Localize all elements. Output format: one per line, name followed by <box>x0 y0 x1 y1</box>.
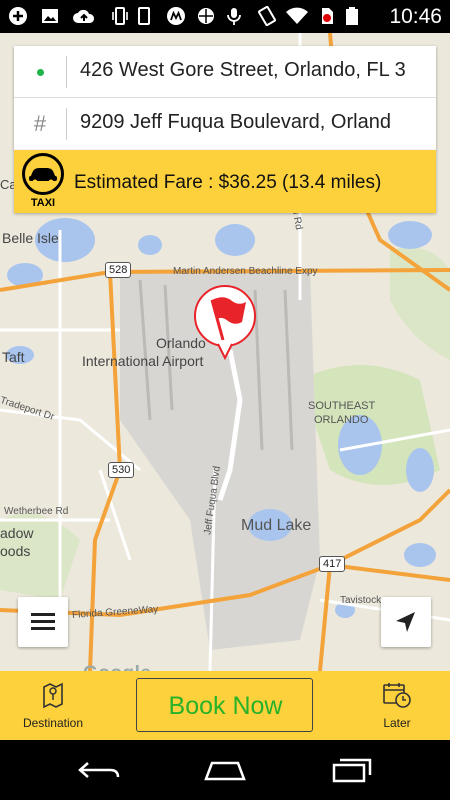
pickup-address-field[interactable]: 426 West Gore Street, Orlando, FL 3 <box>80 59 426 82</box>
divider <box>66 108 67 140</box>
back-icon[interactable] <box>76 755 124 785</box>
cloud-upload-icon <box>73 9 95 23</box>
destination-row[interactable]: # 9209 Jeff Fuqua Boulevard, Orland <box>14 98 436 150</box>
estimated-fare-text: Estimated Fare : $36.25 (13.4 miles) <box>74 172 382 193</box>
rotate-icon <box>258 6 276 26</box>
system-navigation-bar <box>0 740 450 800</box>
map-label-beachline: Martin Andersen Beachline Expy <box>173 266 318 277</box>
map-label-southeast-orlando: ORLANDO <box>314 414 369 426</box>
home-icon[interactable] <box>200 755 250 785</box>
map-label-taft: Taft <box>2 349 25 365</box>
taxi-logo: TAXI <box>22 153 64 211</box>
destination-label: Destination <box>22 716 84 730</box>
hash-icon: # <box>14 98 66 150</box>
taxi-label: TAXI <box>30 197 56 209</box>
map-label-belle-isle: Belle Isle <box>2 230 59 246</box>
divider <box>66 56 67 88</box>
map-label-adow: adow <box>0 525 34 541</box>
map-pin-icon <box>43 682 63 709</box>
destination-pin-icon[interactable] <box>192 284 258 360</box>
trip-address-card: 426 West Gore Street, Orlando, FL 3 # 92… <box>14 46 436 150</box>
recent-apps-icon[interactable] <box>330 755 374 785</box>
later-label: Later <box>383 716 411 730</box>
map-label-tavistock: Tavistock <box>340 595 382 606</box>
fare-estimate-bar: TAXI Estimated Fare : $36.25 (13.4 miles… <box>14 150 436 213</box>
later-button[interactable]: Later <box>352 681 442 730</box>
motorola-icon <box>138 7 150 25</box>
destination-address-field[interactable]: 9209 Jeff Fuqua Boulevard, Orland <box>80 111 426 134</box>
my-location-button[interactable] <box>381 597 431 647</box>
book-now-label: Book Now <box>168 692 283 720</box>
status-bar: 10:46 <box>0 0 450 33</box>
book-now-button[interactable]: Book Now <box>136 678 313 732</box>
wifi-icon <box>286 7 308 24</box>
hash-glyph: # <box>33 111 47 136</box>
clock: 10:46 <box>389 5 442 28</box>
taxi-icon <box>22 153 64 195</box>
pickup-dot-icon <box>14 46 66 98</box>
menu-button[interactable] <box>18 597 68 647</box>
route-528-shield: 528 <box>105 262 132 278</box>
add-icon <box>9 7 27 25</box>
bottom-action-bar: Destination Book Now Later <box>0 671 450 740</box>
route-417-shield: 417 <box>319 556 346 572</box>
calendar-clock-icon <box>383 683 411 708</box>
pickup-dot <box>36 68 44 76</box>
battery-icon <box>346 7 358 25</box>
pickup-row[interactable]: 426 West Gore Street, Orlando, FL 3 <box>14 46 436 98</box>
motorola-icon <box>167 7 185 25</box>
route-530-shield: 530 <box>108 462 135 478</box>
no-sim-icon <box>322 8 333 24</box>
map-label-wetherbee: Wetherbee Rd <box>4 506 69 517</box>
vibrate-icon <box>112 7 128 25</box>
destination-button[interactable]: Destination <box>8 681 98 730</box>
sync-icon <box>198 8 214 24</box>
map-label-airport: International Airport <box>82 353 204 369</box>
map-label-mud-lake: Mud Lake <box>241 517 312 534</box>
hamburger-menu-icon <box>31 613 55 630</box>
map-label-oods: oods <box>0 543 31 559</box>
image-icon <box>42 9 58 23</box>
mic-icon <box>227 8 241 25</box>
navigation-arrow-icon <box>396 612 415 632</box>
map-label-southeast: SOUTHEAST <box>308 400 376 412</box>
google-logo: Google <box>83 663 151 671</box>
